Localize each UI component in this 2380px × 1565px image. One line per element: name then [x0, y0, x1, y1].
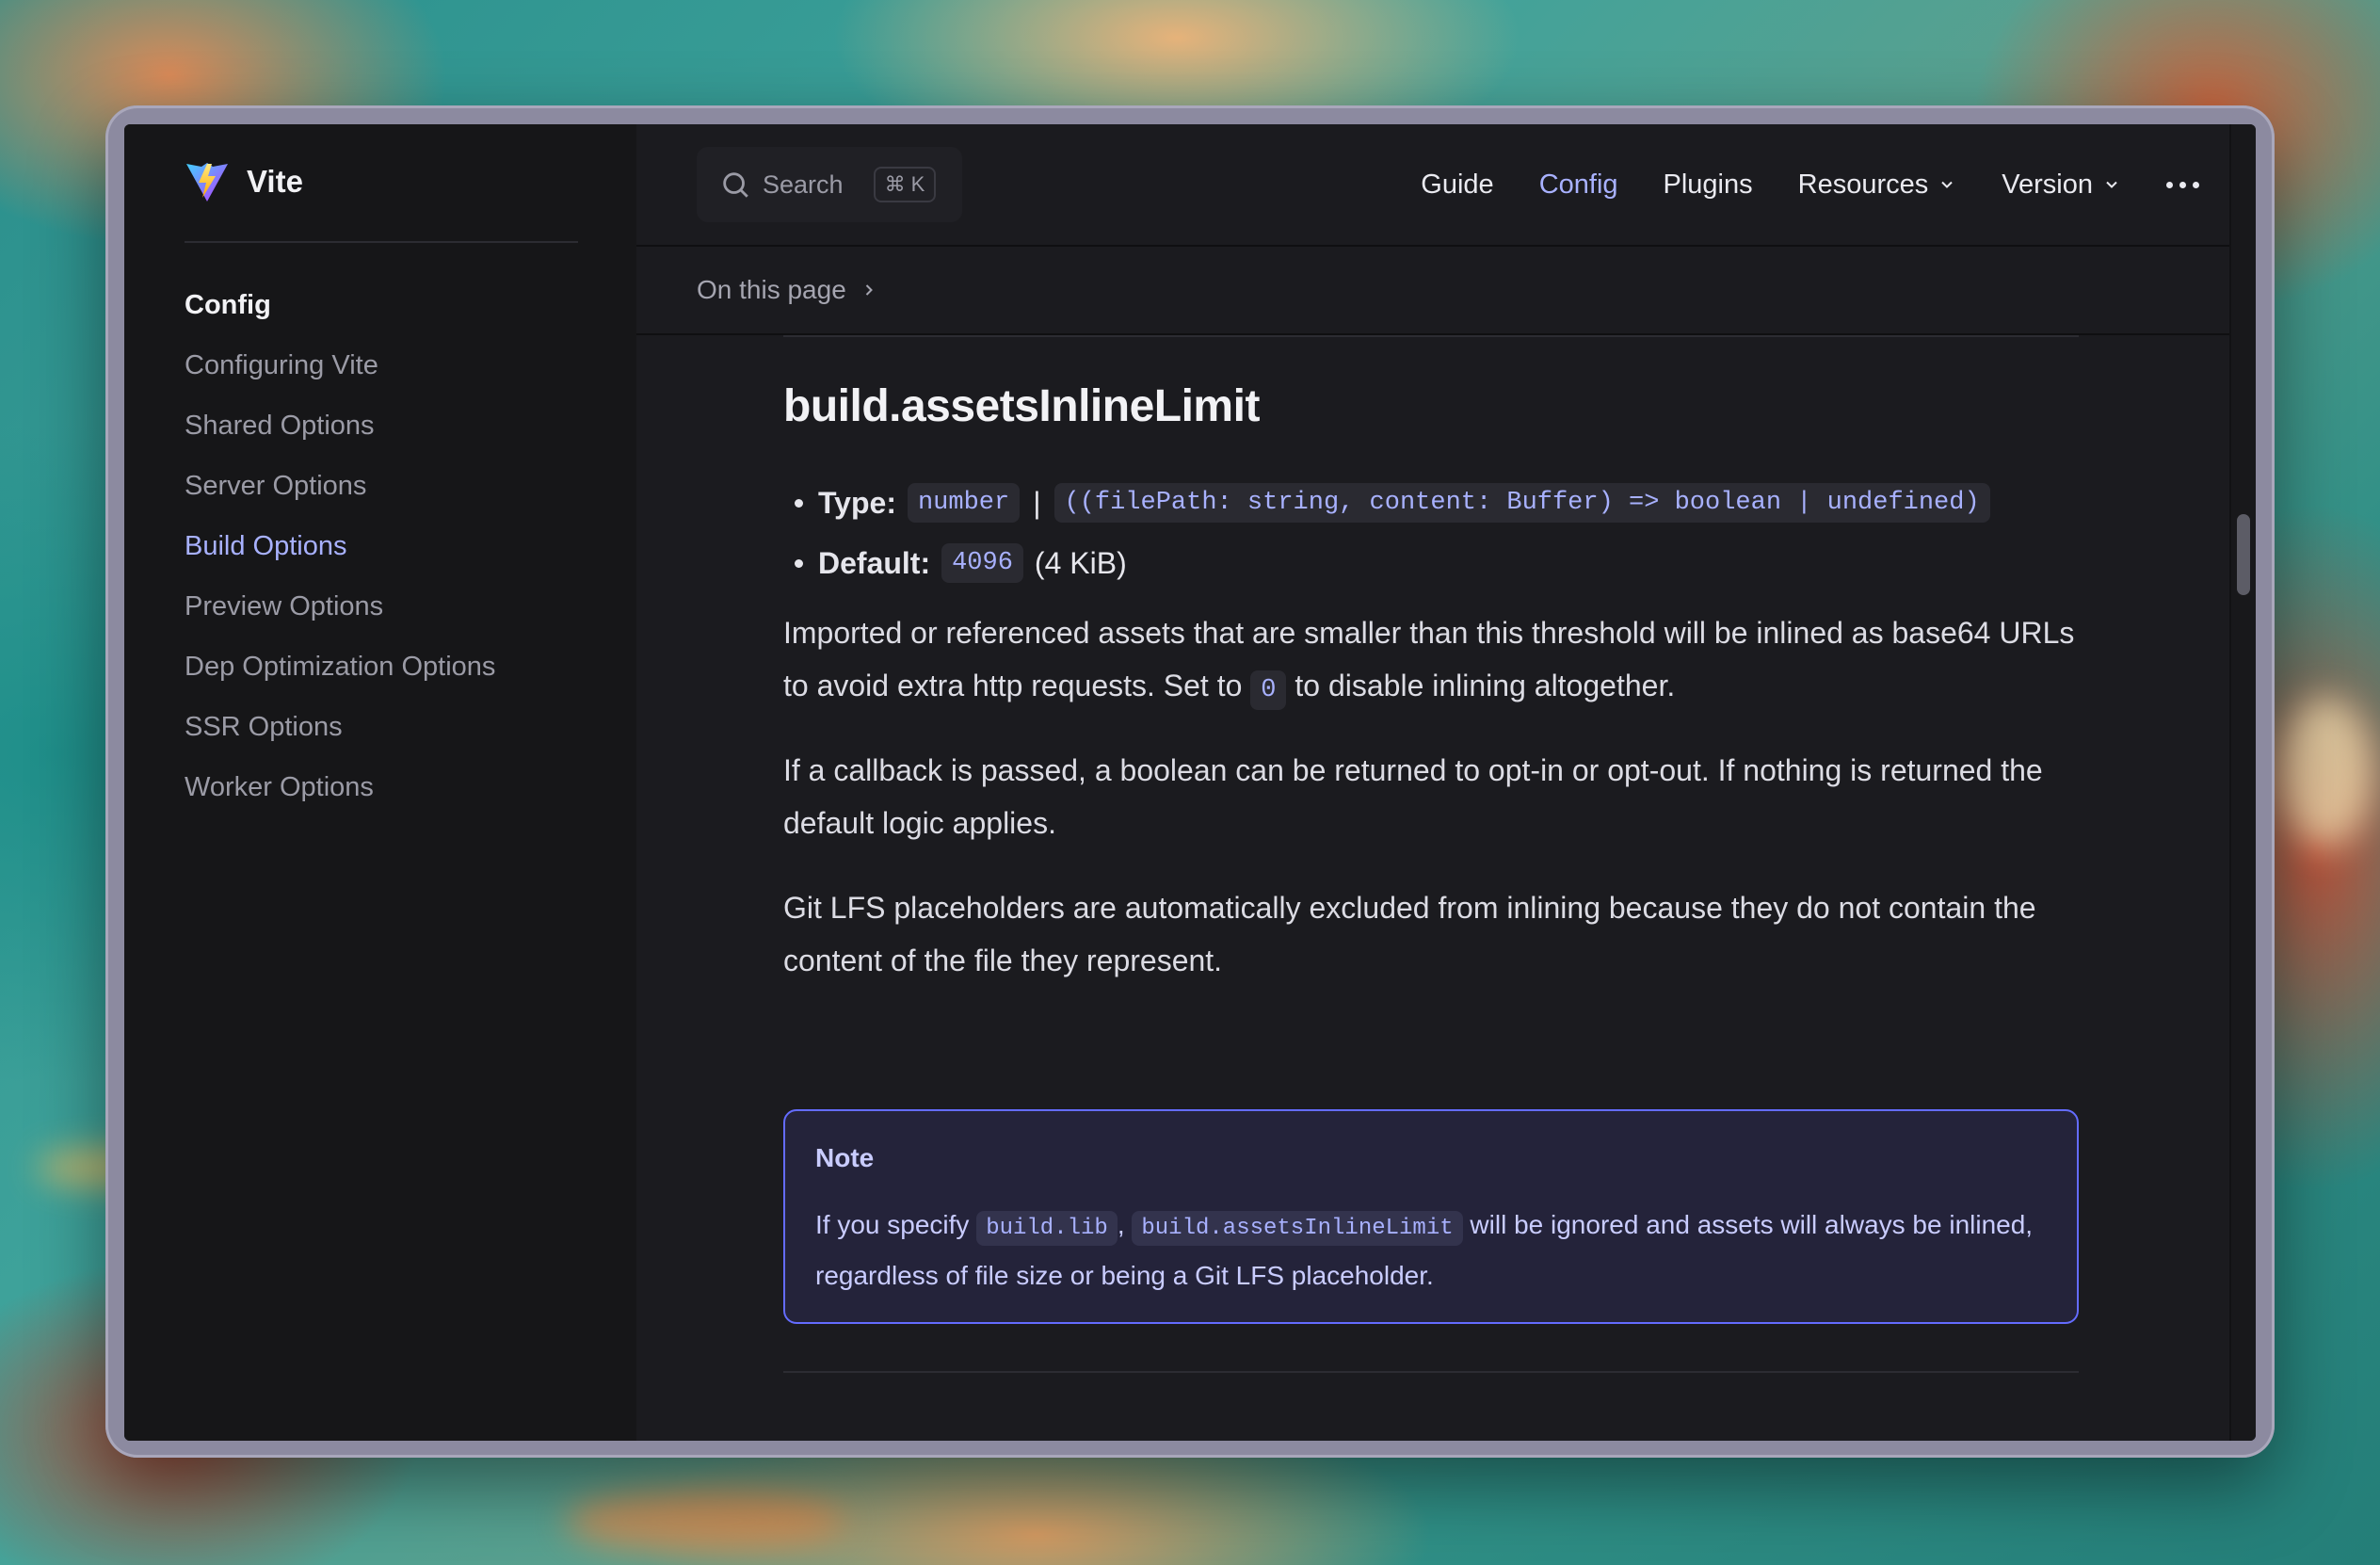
brand-name: Vite: [247, 164, 303, 199]
on-this-page-label: On this page: [697, 275, 846, 304]
sidebar-item-worker-options[interactable]: Worker Options: [185, 757, 495, 817]
property-list: Type: number | ((filePath: string, conte…: [783, 473, 1990, 593]
sidebar-nav: Config Configuring Vite Shared Options S…: [185, 275, 495, 817]
note-separator: ,: [1117, 1210, 1133, 1239]
nav-guide-label: Guide: [1421, 169, 1494, 200]
section-heading: build.assetsInlineLimit: [783, 381, 1260, 431]
section-divider: [783, 335, 2079, 337]
nav-version-dropdown[interactable]: Version: [2002, 169, 2121, 201]
note-code-build-lib: build.lib: [976, 1211, 1118, 1246]
sidebar-item-server-options[interactable]: Server Options: [185, 456, 495, 516]
top-navbar: Search ⌘ K Guide Config Plugins Resource…: [636, 124, 2256, 247]
type-code-number: number: [907, 483, 1021, 523]
nav-guide[interactable]: Guide: [1421, 169, 1493, 201]
sidebar-item-shared-options[interactable]: Shared Options: [185, 395, 495, 456]
default-row: Default: 4096 (4 KiB): [783, 533, 1990, 593]
sidebar-item-build-options[interactable]: Build Options: [185, 516, 495, 576]
section-divider: [783, 1371, 2079, 1373]
chevron-down-icon: [1941, 181, 1953, 188]
sidebar: Vite Config Configuring Vite Shared Opti…: [124, 124, 636, 1441]
search-label: Search: [763, 169, 844, 199]
on-this-page-button[interactable]: On this page: [697, 247, 878, 333]
local-nav: On this page: [636, 247, 2256, 335]
note-text: If you specify build.lib, build.assetsIn…: [815, 1202, 2049, 1299]
search-icon: [723, 172, 748, 198]
nav-config-label: Config: [1538, 169, 1618, 200]
scrollbar[interactable]: [2229, 124, 2256, 1441]
paragraph-threshold-text-2: to disable inlining altogether.: [1286, 669, 1676, 702]
note-callout: Note If you specify build.lib, build.ass…: [783, 1109, 2079, 1324]
nav-resources-label: Resources: [1797, 169, 1929, 200]
sidebar-section-title: Config: [185, 290, 271, 320]
chevron-down-icon: [2106, 181, 2117, 188]
default-code: 4096: [941, 543, 1023, 583]
note-title: Note: [815, 1143, 875, 1172]
chevron-right-icon: [865, 284, 873, 296]
sidebar-item-configuring-vite[interactable]: Configuring Vite: [185, 335, 495, 395]
default-label: Default:: [818, 545, 931, 580]
sidebar-item-dep-optimization-options[interactable]: Dep Optimization Options: [185, 637, 495, 697]
background-decoration: [565, 1488, 847, 1554]
search-shortcut: ⌘ K: [873, 167, 937, 202]
brand[interactable]: Vite: [185, 160, 303, 203]
nav-config[interactable]: Config: [1539, 169, 1618, 201]
sidebar-item-ssr-options[interactable]: SSR Options: [185, 697, 495, 757]
inline-code-zero: 0: [1250, 670, 1287, 710]
nav-version-label: Version: [2002, 169, 2093, 200]
paragraph-threshold: Imported or referenced assets that are s…: [783, 606, 2079, 717]
default-suffix: (4 KiB): [1034, 545, 1127, 580]
paragraph-git-lfs: Git LFS placeholders are automatically e…: [783, 891, 2036, 977]
type-label: Type:: [818, 485, 896, 520]
nav-plugins-label: Plugins: [1663, 169, 1753, 200]
paragraph-callback: If a callback is passed, a boolean can b…: [783, 753, 2043, 840]
main-nav: Guide Config Plugins Resources Version: [1421, 124, 2199, 245]
type-code-callback: ((filePath: string, content: Buffer) => …: [1053, 483, 1990, 523]
sidebar-divider: [185, 241, 578, 243]
type-row: Type: number | ((filePath: string, conte…: [783, 473, 1990, 533]
type-separator: |: [1033, 485, 1041, 520]
scrollbar-thumb[interactable]: [2237, 514, 2250, 595]
vite-logo-icon: [186, 163, 228, 202]
more-icon[interactable]: [2166, 174, 2199, 196]
search-button[interactable]: Search ⌘ K: [697, 147, 962, 222]
note-code-assets-inline-limit: build.assetsInlineLimit: [1132, 1211, 1463, 1246]
nav-resources-dropdown[interactable]: Resources: [1798, 169, 1957, 201]
background-decoration: [2278, 697, 2372, 847]
browser-window: Vite Config Configuring Vite Shared Opti…: [124, 124, 2256, 1441]
note-text-before: If you specify: [815, 1210, 977, 1239]
sidebar-item-preview-options[interactable]: Preview Options: [185, 576, 495, 637]
nav-plugins[interactable]: Plugins: [1664, 169, 1753, 201]
